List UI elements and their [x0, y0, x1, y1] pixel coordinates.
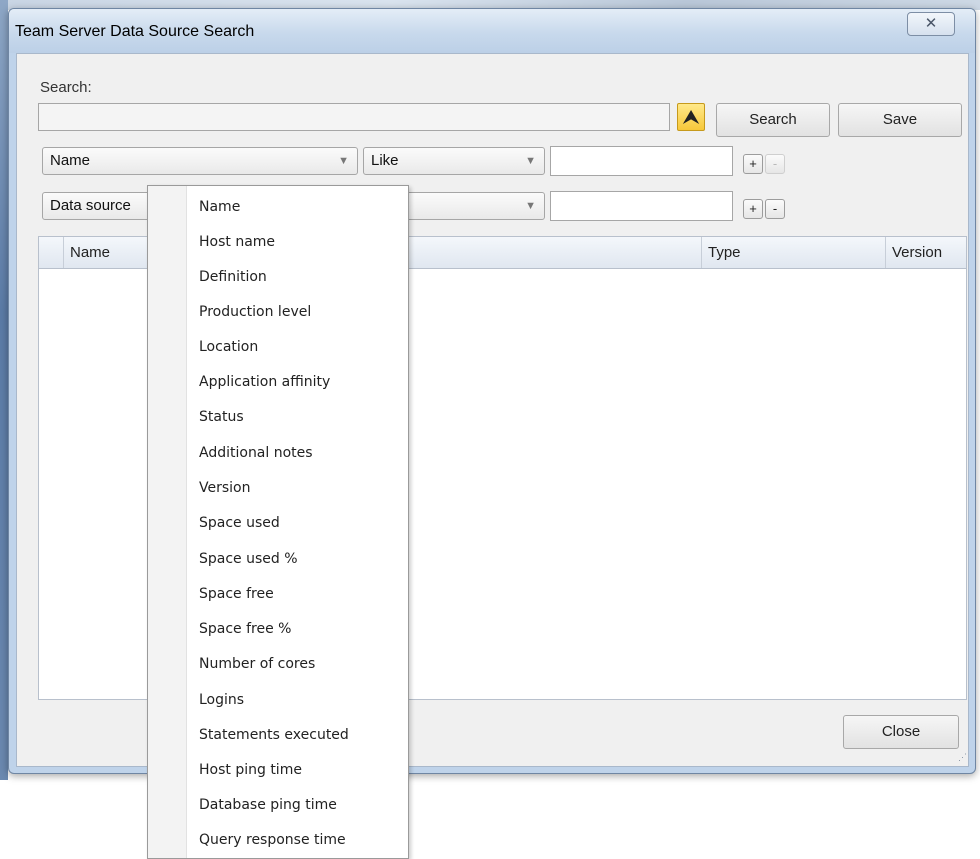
window-title: Team Server Data Source Search: [15, 23, 255, 40]
dropdown-item-query-response-time[interactable]: Query response time: [187, 823, 407, 857]
remove-criteria-button-2[interactable]: -: [765, 199, 785, 219]
column-header-version[interactable]: Version: [885, 237, 966, 268]
criteria-field-value: Name: [50, 152, 91, 169]
dropdown-item-space-free[interactable]: Space free: [187, 577, 407, 611]
dropdown-item-version[interactable]: Version: [187, 471, 407, 505]
dropdown-item-application-affinity[interactable]: Application affinity: [187, 365, 407, 399]
criteria-value-input-2[interactable]: [550, 191, 733, 221]
search-button[interactable]: Search: [716, 103, 830, 137]
add-criteria-button-2[interactable]: +: [743, 199, 763, 219]
field-dropdown-list[interactable]: Name Host name Definition Production lev…: [147, 185, 409, 859]
save-button[interactable]: Save: [838, 103, 962, 137]
criteria-field-value: Data source: [50, 197, 131, 214]
dropdown-item-name[interactable]: Name: [187, 190, 407, 224]
background-window-edge: [0, 0, 8, 780]
column-header-type[interactable]: Type: [701, 237, 885, 268]
dropdown-item-status[interactable]: Status: [187, 400, 407, 434]
dropdown-item-production-level[interactable]: Production level: [187, 295, 407, 329]
collapse-criteria-button[interactable]: ⮝: [677, 103, 705, 131]
dropdown-item-host-name[interactable]: Host name: [187, 225, 407, 259]
double-chevron-up-icon: ⮝: [683, 107, 699, 127]
dropdown-item-number-of-cores[interactable]: Number of cores: [187, 647, 407, 681]
dropdown-arrow-icon: ▼: [338, 155, 349, 167]
criteria-operator-value: Like: [371, 152, 399, 169]
dropdown-item-statements-executed[interactable]: Statements executed: [187, 718, 407, 752]
resize-grip-icon[interactable]: ⋰: [958, 752, 968, 763]
title-bar[interactable]: Team Server Data Source Search ✕: [9, 9, 975, 53]
remove-criteria-button-1: -: [765, 154, 785, 174]
close-window-icon[interactable]: ✕: [907, 12, 955, 36]
dropdown-arrow-icon: ▼: [525, 155, 536, 167]
row-selector-header: [39, 237, 63, 268]
dropdown-item-location[interactable]: Location: [187, 330, 407, 364]
dropdown-arrow-icon: ▼: [525, 200, 536, 212]
add-criteria-button-1[interactable]: +: [743, 154, 763, 174]
close-button[interactable]: Close: [843, 715, 959, 749]
dropdown-item-host-ping-time[interactable]: Host ping time: [187, 753, 407, 787]
criteria-field-select-1[interactable]: Name ▼: [42, 147, 358, 175]
dropdown-item-database-ping-time[interactable]: Database ping time: [187, 788, 407, 822]
criteria-operator-select-1[interactable]: Like ▼: [363, 147, 545, 175]
search-label: Search:: [40, 79, 92, 96]
dropdown-item-additional-notes[interactable]: Additional notes: [187, 436, 407, 470]
dropdown-item-space-free-pct[interactable]: Space free %: [187, 612, 407, 646]
dropdown-item-definition[interactable]: Definition: [187, 260, 407, 294]
criteria-value-input-1[interactable]: [550, 146, 733, 176]
search-input[interactable]: [38, 103, 670, 131]
dropdown-icon-gutter: [148, 186, 187, 858]
dropdown-item-space-used[interactable]: Space used: [187, 506, 407, 540]
dropdown-item-space-used-pct[interactable]: Space used %: [187, 542, 407, 576]
dropdown-item-logins[interactable]: Logins: [187, 683, 407, 717]
